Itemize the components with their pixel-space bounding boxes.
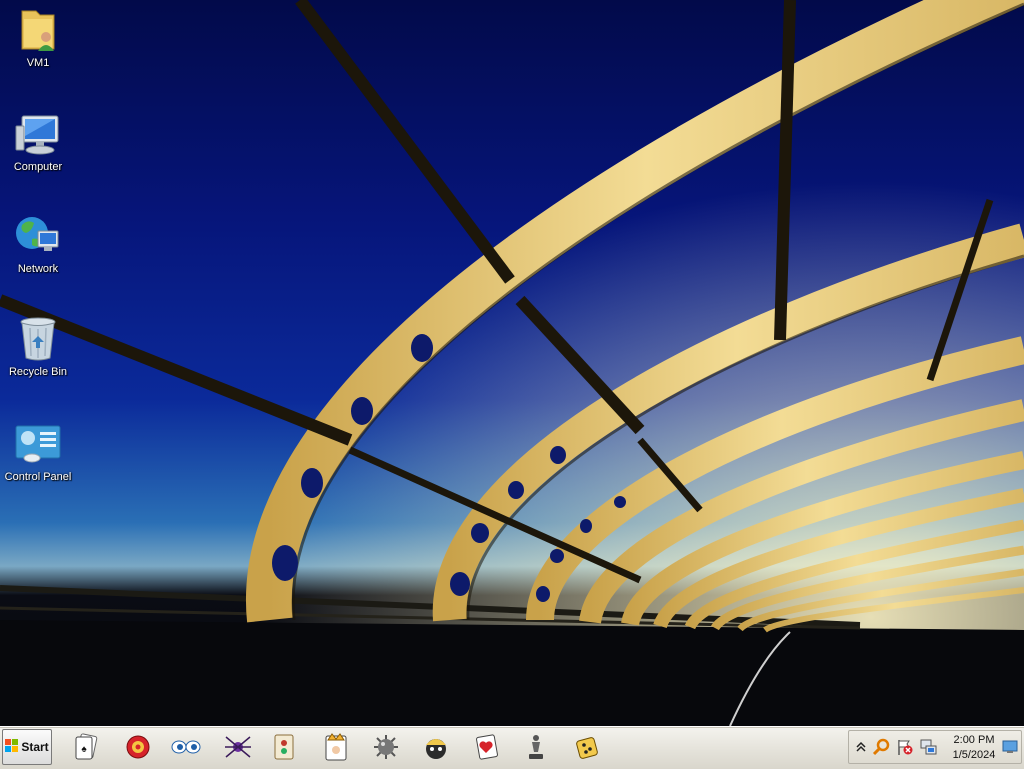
desktop-icon-label: Control Panel bbox=[4, 471, 72, 483]
start-label: Start bbox=[21, 740, 49, 754]
desktop-icon-label: Computer bbox=[13, 161, 63, 173]
hearts-icon[interactable] bbox=[320, 730, 352, 764]
desktop-icon-computer[interactable]: Computer bbox=[4, 110, 72, 173]
pinball-icon[interactable] bbox=[122, 730, 154, 764]
system-clock[interactable]: 2:00 PM 1/5/2024 bbox=[943, 733, 1005, 763]
network-icon bbox=[14, 212, 62, 260]
control-panel-icon bbox=[14, 420, 62, 468]
desktop-icon-label: Recycle Bin bbox=[8, 366, 68, 378]
mahjong-icon[interactable] bbox=[268, 730, 300, 764]
taskbar: Start ♠ 2:00 PM 1/5/2024 bbox=[0, 726, 1024, 769]
action-center-flag-icon[interactable] bbox=[895, 737, 915, 757]
desktop-icon-label: VM1 bbox=[26, 57, 50, 69]
notification-area: 2:00 PM 1/5/2024 bbox=[848, 730, 1022, 764]
desktop[interactable]: VM1 Computer Network Recycle Bin Control… bbox=[0, 0, 1024, 726]
search-icon[interactable] bbox=[871, 737, 891, 757]
computer-icon bbox=[14, 110, 62, 158]
show-desktop-icon[interactable] bbox=[1001, 737, 1019, 757]
network-status-icon[interactable] bbox=[919, 737, 939, 757]
desktop-icon-network[interactable]: Network bbox=[4, 212, 72, 275]
clock-date: 1/5/2024 bbox=[952, 749, 996, 761]
eyes-icon[interactable] bbox=[170, 730, 202, 764]
clock-time: 2:00 PM bbox=[953, 734, 995, 746]
desktop-icon-control-panel[interactable]: Control Panel bbox=[4, 420, 72, 483]
start-button[interactable]: Start bbox=[2, 729, 52, 765]
show-hidden-icons-chevron-icon[interactable] bbox=[851, 737, 871, 757]
minesweeper-icon[interactable] bbox=[370, 730, 402, 764]
desktop-icon-label: Network bbox=[17, 263, 59, 275]
desktop-icon-recycle-bin[interactable]: Recycle Bin bbox=[4, 315, 72, 378]
dice-game-icon[interactable] bbox=[572, 730, 604, 764]
recycle-bin-icon bbox=[14, 315, 62, 363]
windows-logo-icon bbox=[5, 738, 19, 756]
svg-text:♠: ♠ bbox=[81, 744, 87, 755]
spider-solitaire-icon[interactable] bbox=[222, 730, 254, 764]
purble-place-icon[interactable] bbox=[420, 730, 452, 764]
user-folder-icon bbox=[14, 6, 62, 54]
chess-icon[interactable] bbox=[520, 730, 552, 764]
desktop-icon-vm1[interactable]: VM1 bbox=[4, 6, 72, 69]
solitaire-icon[interactable]: ♠ bbox=[70, 730, 102, 764]
wallpaper-bridge-image bbox=[0, 0, 1024, 726]
freecell-icon[interactable] bbox=[470, 730, 502, 764]
